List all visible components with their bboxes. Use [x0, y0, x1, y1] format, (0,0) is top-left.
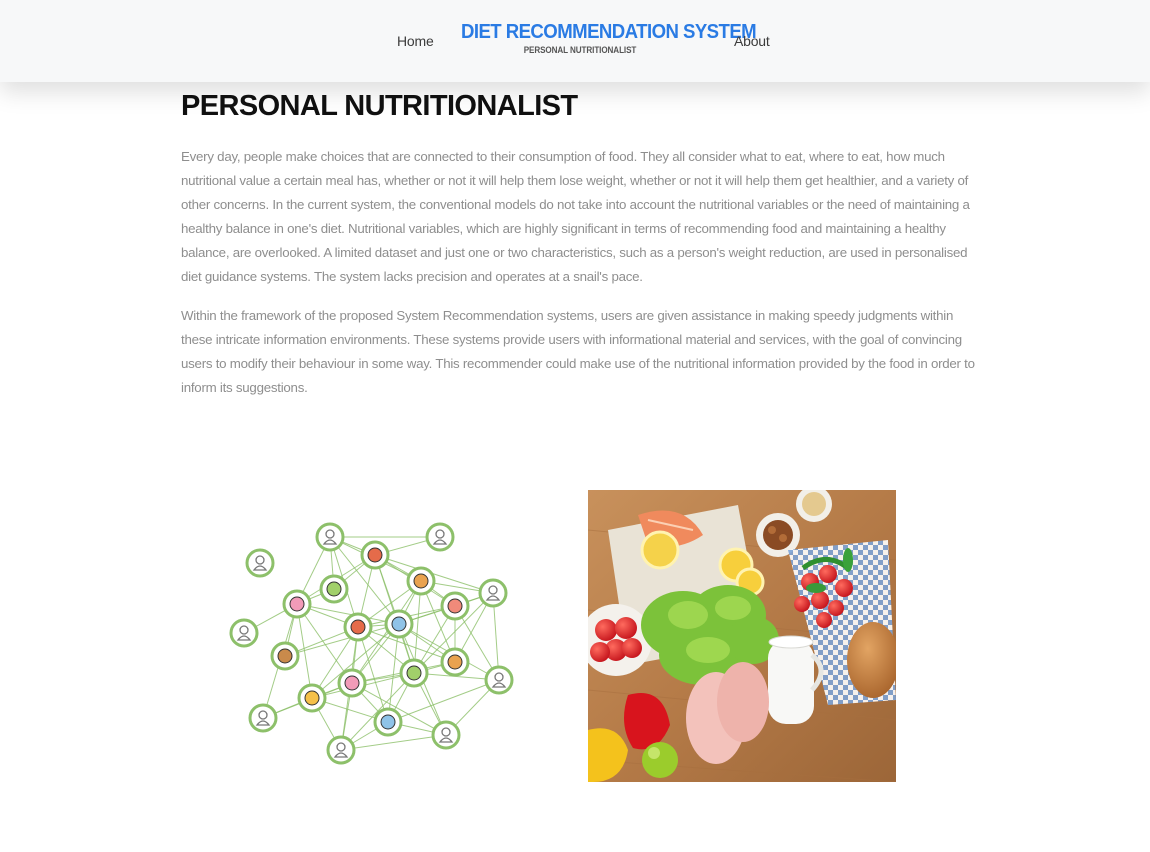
food-node-icon [373, 707, 403, 737]
user-node-icon [425, 522, 455, 552]
top-navbar: Home DIET RECOMMENDATION SYSTEM PERSONAL… [0, 0, 1150, 82]
food-node-icon [440, 647, 470, 677]
user-node-icon [431, 720, 461, 750]
brand-logo[interactable]: DIET RECOMMENDATION SYSTEM PERSONAL NUTR… [452, 21, 757, 55]
healthy-food-photo [588, 490, 896, 782]
user-node-icon [484, 665, 514, 695]
brand-subtitle: PERSONAL NUTRITIONALIST [523, 45, 637, 55]
proposed-system-paragraph: Within the framework of the proposed Sys… [181, 308, 975, 395]
food-node-icon [399, 658, 429, 688]
food-node-icon [360, 540, 390, 570]
user-node-icon [326, 735, 356, 765]
network-link [387, 679, 500, 723]
page-title: PERSONAL NUTRITIONALIST [181, 90, 578, 122]
user-node-icon [229, 618, 259, 648]
food-node-icon [343, 612, 373, 642]
user-node-icon [248, 703, 278, 733]
nav-about-link[interactable]: About [734, 33, 770, 49]
food-node-icon [319, 574, 349, 604]
nav-home-link[interactable]: Home [397, 33, 434, 49]
intro-paragraph: Every day, people make choices that are … [181, 149, 970, 284]
network-link [340, 734, 447, 751]
user-node-icon [245, 548, 275, 578]
food-node-icon [337, 668, 367, 698]
food-node-icon [297, 683, 327, 713]
user-node-icon [315, 522, 345, 552]
food-node-icon [270, 641, 300, 671]
brand-title: DIET RECOMMENDATION SYSTEM [460, 21, 757, 43]
user-food-network-illustration [226, 510, 518, 775]
food-node-icon [440, 591, 470, 621]
user-node-icon [478, 578, 508, 608]
food-node-icon [384, 609, 414, 639]
food-node-icon [406, 566, 436, 596]
food-node-icon [282, 589, 312, 619]
